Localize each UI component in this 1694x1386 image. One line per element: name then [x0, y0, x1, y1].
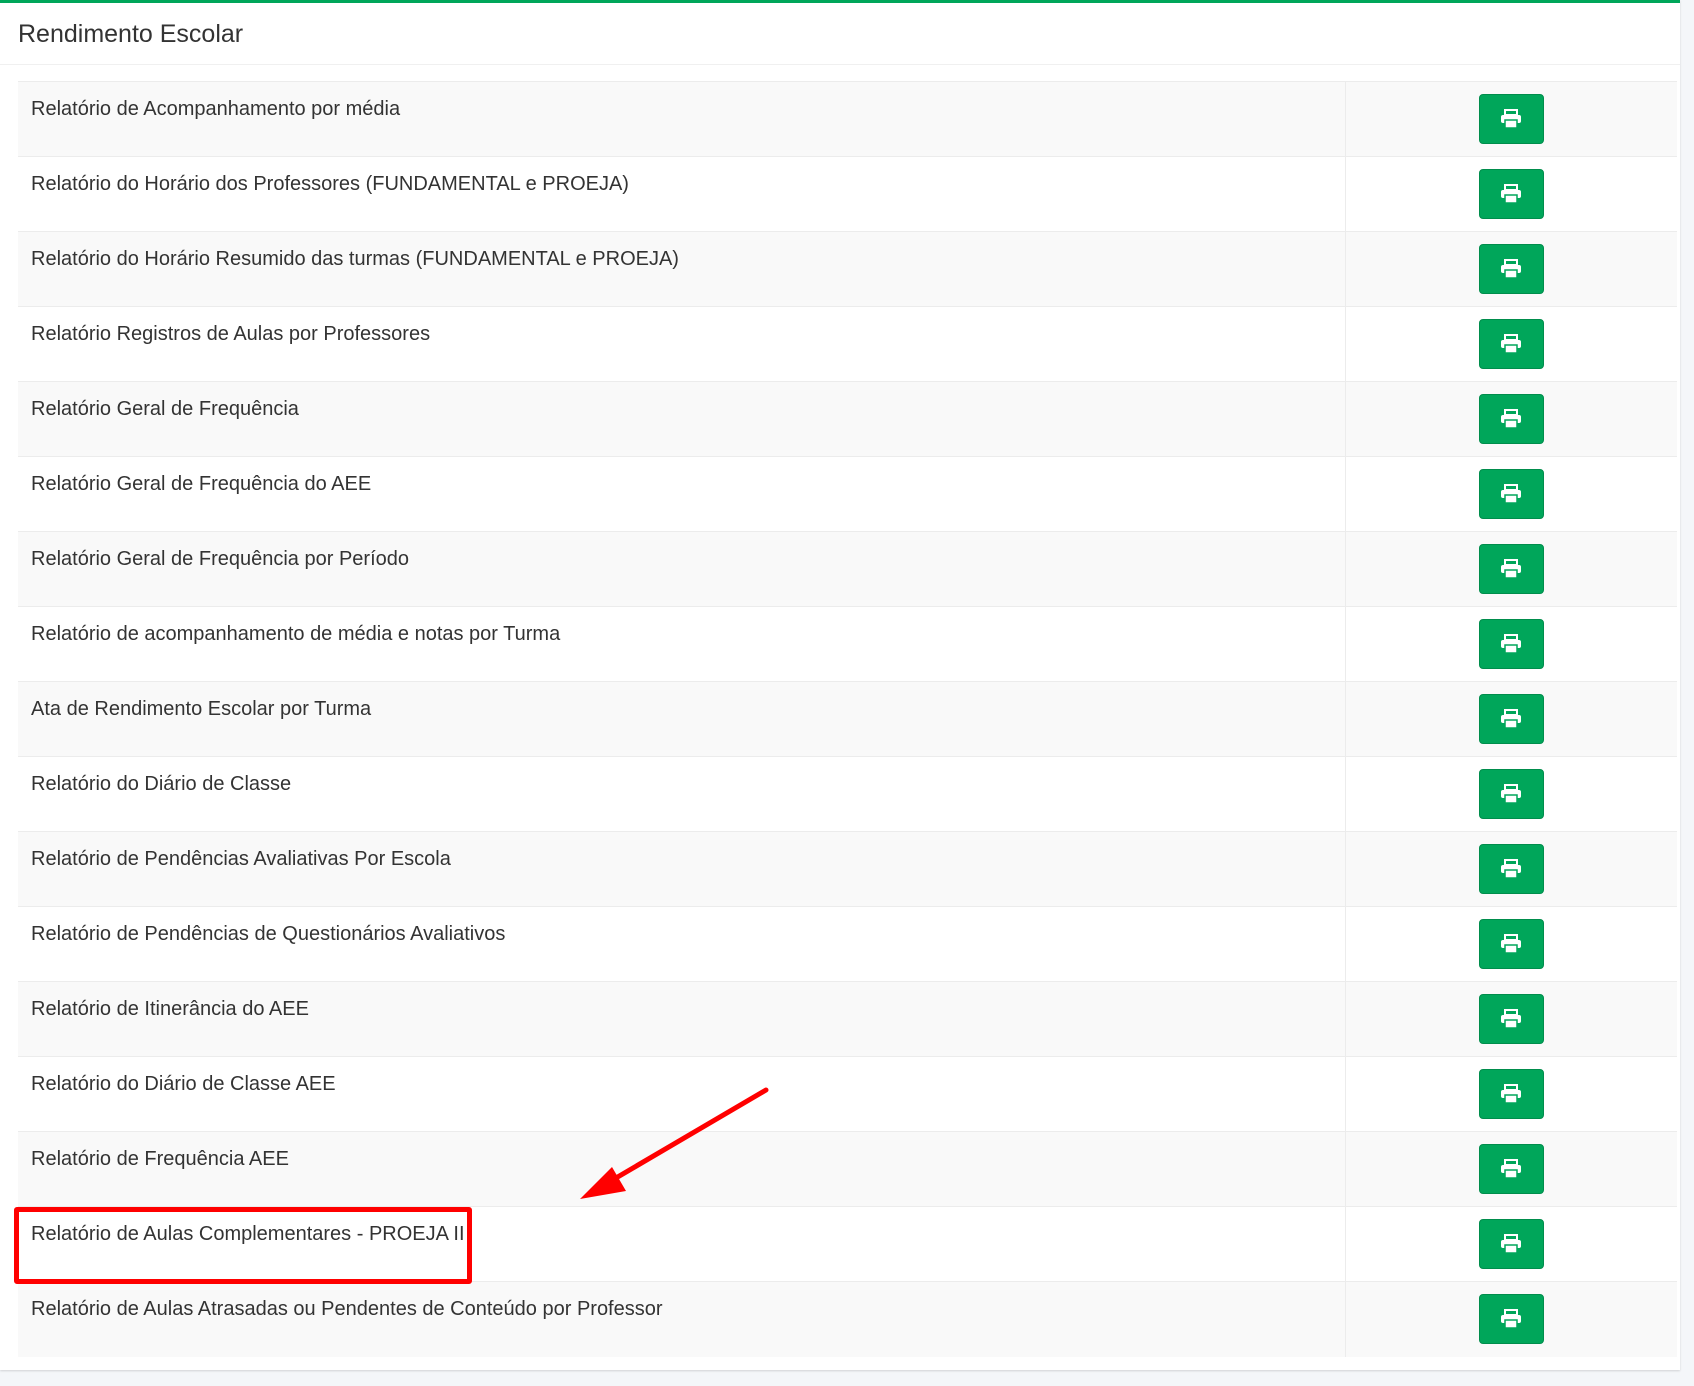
table-row: Relatório Geral de Frequência por Períod… — [18, 531, 1677, 607]
table-row: Relatório Geral de Frequência do AEE — [18, 456, 1677, 532]
print-icon — [1501, 1009, 1522, 1029]
table-row: Relatório de Pendências Avaliativas Por … — [18, 831, 1677, 907]
table-row: Ata de Rendimento Escolar por Turma — [18, 681, 1677, 757]
print-icon — [1501, 484, 1522, 504]
panel-title: Rendimento Escolar — [18, 20, 244, 48]
report-name: Relatório de Aulas Atrasadas ou Pendente… — [18, 1281, 1346, 1357]
print-button[interactable] — [1478, 919, 1544, 969]
print-icon — [1501, 559, 1522, 579]
table-row: Relatório de Acompanhamento por média — [18, 81, 1677, 157]
print-button[interactable] — [1478, 469, 1544, 519]
report-table: Relatório de Acompanhamento por média Re… — [18, 81, 1677, 1357]
print-button[interactable] — [1478, 694, 1544, 744]
print-icon — [1501, 409, 1522, 429]
table-row: Relatório do Diário de Classe — [18, 756, 1677, 832]
table-row: Relatório de Aulas Complementares - PROE… — [18, 1206, 1677, 1282]
print-icon — [1501, 1159, 1522, 1179]
report-name: Relatório de Frequência AEE — [18, 1131, 1346, 1207]
print-icon — [1501, 184, 1522, 204]
report-name: Relatório do Diário de Classe — [18, 756, 1346, 832]
table-row: Relatório de Frequência AEE — [18, 1131, 1677, 1207]
report-name: Ata de Rendimento Escolar por Turma — [18, 681, 1346, 757]
print-icon — [1501, 784, 1522, 804]
report-name: Relatório de Itinerância do AEE — [18, 981, 1346, 1057]
report-name: Relatório de Aulas Complementares - PROE… — [18, 1206, 1346, 1282]
print-icon — [1501, 859, 1522, 879]
table-row: Relatório de Pendências de Questionários… — [18, 906, 1677, 982]
print-button[interactable] — [1478, 1219, 1544, 1269]
report-name: Relatório de Pendências Avaliativas Por … — [18, 831, 1346, 907]
print-icon — [1501, 709, 1522, 729]
report-name: Relatório de Pendências de Questionários… — [18, 906, 1346, 982]
print-button[interactable] — [1478, 394, 1544, 444]
print-button[interactable] — [1478, 994, 1544, 1044]
print-button[interactable] — [1478, 844, 1544, 894]
table-row: Relatório Registros de Aulas por Profess… — [18, 306, 1677, 382]
report-name: Relatório Registros de Aulas por Profess… — [18, 306, 1346, 382]
print-icon — [1501, 334, 1522, 354]
report-name: Relatório do Diário de Classe AEE — [18, 1056, 1346, 1132]
table-row: Relatório do Horário dos Professores (FU… — [18, 156, 1677, 232]
report-name: Relatório do Horário Resumido das turmas… — [18, 231, 1346, 307]
print-button[interactable] — [1478, 94, 1544, 144]
print-icon — [1501, 1084, 1522, 1104]
print-button[interactable] — [1478, 1294, 1544, 1344]
print-icon — [1501, 1309, 1522, 1329]
print-button[interactable] — [1478, 244, 1544, 294]
table-row: Relatório de Aulas Atrasadas ou Pendente… — [18, 1281, 1677, 1357]
print-button[interactable] — [1478, 544, 1544, 594]
print-icon — [1501, 259, 1522, 279]
print-button[interactable] — [1478, 619, 1544, 669]
panel-header: Rendimento Escolar — [0, 3, 1680, 65]
table-row: Relatório do Diário de Classe AEE — [18, 1056, 1677, 1132]
table-row: Relatório do Horário Resumido das turmas… — [18, 231, 1677, 307]
print-button[interactable] — [1478, 319, 1544, 369]
report-name: Relatório do Horário dos Professores (FU… — [18, 156, 1346, 232]
report-name: Relatório Geral de Frequência do AEE — [18, 456, 1346, 532]
print-button[interactable] — [1478, 169, 1544, 219]
table-row: Relatório de acompanhamento de média e n… — [18, 606, 1677, 682]
report-panel: Rendimento Escolar Relatório de Acompanh… — [0, 0, 1680, 1370]
print-icon — [1501, 634, 1522, 654]
report-name: Relatório de acompanhamento de média e n… — [18, 606, 1346, 682]
print-icon — [1501, 1234, 1522, 1254]
table-row: Relatório Geral de Frequência — [18, 381, 1677, 457]
table-row: Relatório de Itinerância do AEE — [18, 981, 1677, 1057]
print-button[interactable] — [1478, 1069, 1544, 1119]
print-icon — [1501, 109, 1522, 129]
report-name: Relatório de Acompanhamento por média — [18, 81, 1346, 157]
report-name: Relatório Geral de Frequência por Períod… — [18, 531, 1346, 607]
print-icon — [1501, 934, 1522, 954]
print-button[interactable] — [1478, 769, 1544, 819]
report-name: Relatório Geral de Frequência — [18, 381, 1346, 457]
print-button[interactable] — [1478, 1144, 1544, 1194]
